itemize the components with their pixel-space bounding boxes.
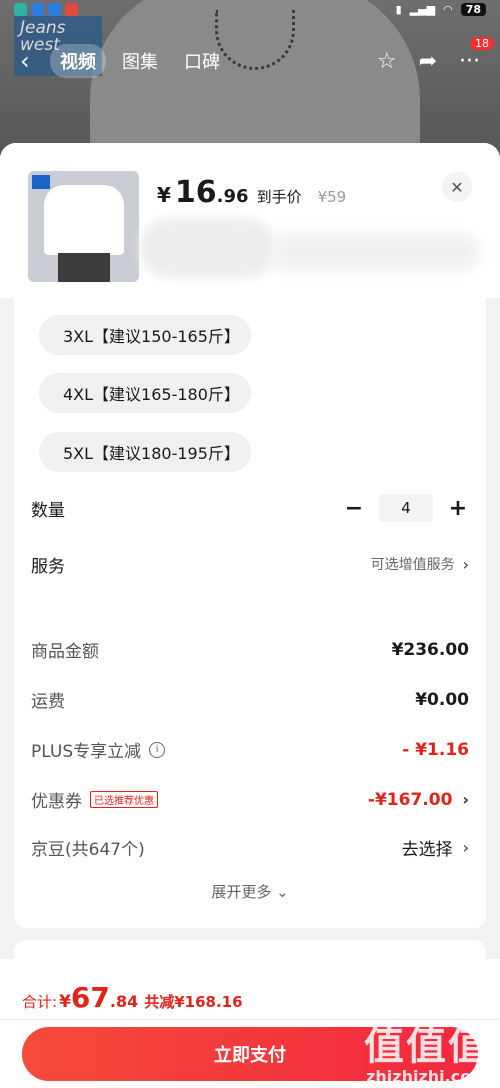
thumbnail-shirt xyxy=(44,185,124,255)
size-option-3xl[interactable]: 3XL【建议150-165斤】 xyxy=(39,315,251,355)
jingdou-value: 去选择 xyxy=(401,840,453,860)
favorite-star-icon[interactable]: ☆ xyxy=(377,49,397,74)
plus-discount-label: PLUS专享立减 xyxy=(31,742,142,762)
expand-more-label: 展开更多 xyxy=(211,883,272,901)
chevron-right-icon: › xyxy=(462,838,469,857)
chevron-right-icon: › xyxy=(462,554,469,574)
watermark-logo: 值值值 xyxy=(364,1023,490,1069)
coupon-tag: 已选推荐优惠 xyxy=(90,791,158,808)
watermark: 值值值 zhizhizhi.com xyxy=(364,1025,490,1086)
notification-icon xyxy=(31,2,44,16)
signal-icon: ▂▄▆ xyxy=(409,2,436,16)
checkout-footer: 合计: ¥ 67 .84 共减¥168.16 立即支付 值值值 zhizhizh… xyxy=(0,959,500,1088)
info-icon[interactable]: i xyxy=(149,741,166,758)
expand-more-button[interactable]: 展开更多 ⌄ xyxy=(14,881,486,902)
notification-icon xyxy=(14,2,27,16)
total-amount: 合计: ¥ 67 .84 共减¥168.16 xyxy=(22,981,243,1014)
size-option-4xl[interactable]: 4XL【建议165-180斤】 xyxy=(39,373,251,413)
service-row[interactable]: 服务 可选增值服务 › xyxy=(31,550,469,578)
shipping-row: 运费 ¥0.00 xyxy=(31,687,469,713)
jingdou-label: 京豆(共647个) xyxy=(31,840,145,860)
blurred-content xyxy=(140,218,275,278)
decrease-button[interactable]: − xyxy=(343,496,365,521)
increase-button[interactable]: + xyxy=(447,496,469,521)
notification-icon xyxy=(48,2,61,16)
quantity-label: 数量 xyxy=(31,500,65,521)
thumbnail-pants xyxy=(58,253,110,282)
message-badge: 18 xyxy=(470,36,494,50)
purchase-sheet: ¥ 16 .96 到手价 ¥59 ✕ 3XL【建议150-165斤】 4XL【建… xyxy=(0,143,500,1088)
close-icon[interactable]: ✕ xyxy=(442,172,472,202)
product-thumbnail[interactable] xyxy=(28,171,139,282)
total-saved: 共减¥168.16 xyxy=(144,993,243,1011)
battery-indicator: 78 xyxy=(460,2,486,16)
status-app-icons xyxy=(14,2,78,16)
more-icon[interactable]: ··· 18 xyxy=(459,36,494,74)
total-label: 合计: xyxy=(22,993,58,1011)
tab-reviews[interactable]: 口碑 xyxy=(174,44,230,78)
notification-icon xyxy=(65,2,78,16)
plus-discount-row: PLUS专享立减 i - ¥1.16 xyxy=(31,737,469,763)
price-integer: 16 xyxy=(174,175,217,210)
tab-gallery[interactable]: 图集 xyxy=(112,44,168,78)
quantity-row: 数量 − 4 + xyxy=(31,494,469,522)
price-decimal: .96 xyxy=(216,186,249,207)
divider xyxy=(0,1019,500,1020)
wifi-icon: ◠ xyxy=(443,2,453,16)
sheet-header: ¥ 16 .96 到手价 ¥59 xyxy=(0,143,500,298)
product-price: ¥ 16 .96 到手价 ¥59 xyxy=(157,175,346,210)
service-label: 服务 xyxy=(31,556,65,577)
price-summary-card: 商品金额 ¥236.00 运费 ¥0.00 PLUS专享立减 i - ¥1.16… xyxy=(14,613,486,928)
total-integer: 67 xyxy=(70,981,110,1014)
vibrate-icon: ▮ xyxy=(395,2,402,16)
product-page-background: Jeans west xyxy=(0,0,500,160)
shipping-value: ¥0.00 xyxy=(415,689,469,710)
quantity-input[interactable]: 4 xyxy=(379,494,433,522)
goods-amount-value: ¥236.00 xyxy=(391,639,469,660)
quantity-stepper: − 4 + xyxy=(343,494,469,522)
chevron-down-icon: ⌄ xyxy=(276,883,289,901)
chevron-right-icon: › xyxy=(462,790,469,809)
coupon-value: -¥167.00 xyxy=(367,789,453,810)
price-suffix: 到手价 xyxy=(256,188,302,206)
thumbnail-brand-logo xyxy=(32,175,50,189)
price-currency: ¥ xyxy=(157,183,171,207)
size-option-5xl[interactable]: 5XL【建议180-195斤】 xyxy=(39,432,251,472)
goods-amount-label: 商品金额 xyxy=(31,642,99,662)
back-arrow-icon[interactable]: ‹ xyxy=(20,47,50,75)
share-icon[interactable]: ➦ xyxy=(419,49,437,74)
service-value: 可选增值服务 xyxy=(370,557,455,573)
coupon-row[interactable]: 优惠券 已选推荐优惠 -¥167.00 › xyxy=(31,787,469,813)
goods-amount-row: 商品金额 ¥236.00 xyxy=(31,637,469,663)
total-currency: ¥ xyxy=(59,992,71,1012)
media-tabs: 视频 图集 口碑 xyxy=(50,44,230,78)
coupon-label: 优惠券 xyxy=(31,792,82,812)
tab-video[interactable]: 视频 xyxy=(50,44,106,78)
original-price: ¥59 xyxy=(317,188,347,206)
top-navigation: ‹ 视频 图集 口碑 ☆ ➦ ··· 18 xyxy=(0,36,500,80)
total-decimal: .84 xyxy=(109,992,139,1011)
status-bar: ▮ ▂▄▆ ◠ 78 xyxy=(0,0,500,18)
watermark-url: zhizhizhi.com xyxy=(366,1067,488,1086)
plus-discount-value: - ¥1.16 xyxy=(402,739,469,760)
shipping-label: 运费 xyxy=(31,692,65,712)
jingdou-row[interactable]: 京豆(共647个) 去选择 › xyxy=(31,835,469,860)
blurred-content xyxy=(270,233,480,271)
